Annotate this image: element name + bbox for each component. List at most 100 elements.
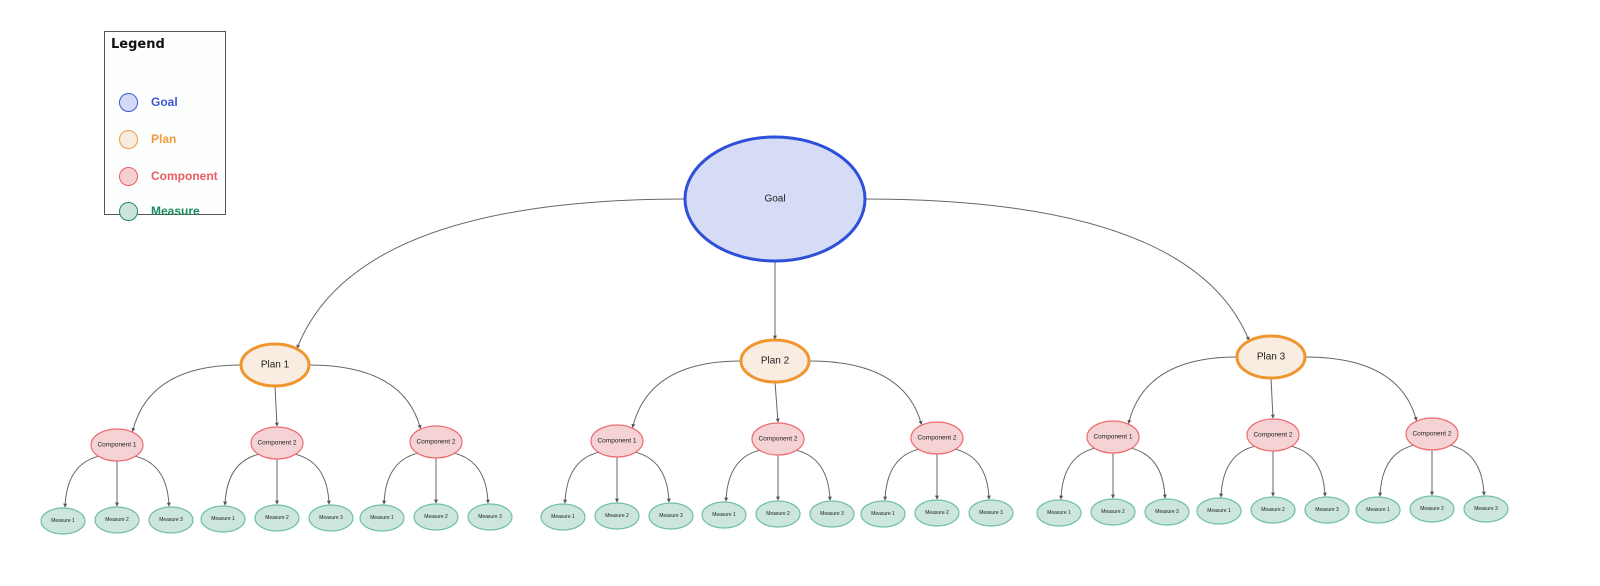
measure-node-p2-c3-m1-label: Measure 1	[871, 511, 895, 517]
edge-plan3-comp2	[1270, 377, 1275, 419]
edge-p1c2-m3	[295, 453, 331, 505]
edge-goal-plan-3	[864, 198, 1250, 341]
measure-node-p1-c3-m2-label: Measure 2	[424, 514, 448, 520]
edge-plan2-comp1	[631, 360, 742, 429]
edge-plan3-comp1	[1127, 356, 1238, 425]
edge-p2c3-m3	[955, 448, 991, 500]
edge-goal-plan-1	[296, 198, 686, 349]
edge-p3c2-m1	[1219, 445, 1255, 498]
measure-node-p2-c1-m2-label: Measure 2	[605, 513, 629, 519]
edge-plan1-comp3	[308, 364, 422, 430]
measure-node-p1-c3-m3-label: Measure 3	[478, 514, 502, 520]
measure-node-p3-c2-m2[interactable]: Measure 2	[1250, 496, 1296, 524]
component-node-p3-c2[interactable]: Component 2	[1246, 418, 1300, 452]
plan-node-1[interactable]: Plan 1	[239, 342, 311, 388]
measure-node-p3-c1-m3[interactable]: Measure 3	[1144, 498, 1190, 526]
measure-node-p3-c2-m1-label: Measure 1	[1207, 508, 1231, 514]
measure-node-p3-c1-m1-label: Measure 1	[1047, 510, 1071, 516]
measure-node-p3-c1-m2[interactable]: Measure 2	[1090, 498, 1136, 526]
measure-node-p2-c2-m2[interactable]: Measure 2	[755, 500, 801, 528]
measure-node-p2-c3-m2[interactable]: Measure 2	[914, 499, 960, 527]
component-node-p2-c2[interactable]: Component 2	[751, 422, 805, 456]
component-node-p1-c2-label: Component 2	[257, 440, 296, 447]
measure-node-p3-c2-m2-label: Measure 2	[1261, 507, 1285, 513]
edge-p3c3-m1	[1378, 444, 1414, 497]
component-node-p1-c3[interactable]: Component 2	[409, 425, 463, 459]
edge-p2c1-m3	[635, 451, 671, 503]
component-node-p1-c3-label: Component 2	[416, 439, 455, 446]
measure-node-p1-c1-m1[interactable]: Measure 1	[40, 507, 86, 535]
component-node-p1-c2[interactable]: Component 2	[250, 426, 304, 460]
component-node-p2-c3-label: Component 2	[917, 435, 956, 442]
measure-node-p3-c1-m1[interactable]: Measure 1	[1036, 499, 1082, 527]
plan-node-1-label: Plan 1	[261, 360, 290, 371]
measure-node-p2-c2-m2-label: Measure 2	[766, 511, 790, 517]
measure-node-p3-c3-m2[interactable]: Measure 2	[1409, 495, 1455, 523]
measure-node-p2-c2-m3-label: Measure 3	[820, 511, 844, 517]
measure-node-p1-c1-m2-label: Measure 2	[105, 517, 129, 523]
goal-node[interactable]: Goal	[683, 135, 867, 263]
plan-node-2[interactable]: Plan 2	[739, 338, 811, 384]
edge-plan3-comp3	[1304, 356, 1418, 422]
measure-node-p1-c1-m3-label: Measure 3	[159, 517, 183, 523]
edge-p1c3-m1	[382, 452, 418, 505]
measure-node-p2-c3-m3[interactable]: Measure 3	[968, 499, 1014, 527]
edge-p1c3-m3	[454, 452, 490, 504]
measure-node-p2-c2-m1[interactable]: Measure 1	[701, 501, 747, 529]
measure-node-p1-c3-m1-label: Measure 1	[370, 515, 394, 521]
measure-node-p3-c2-m3[interactable]: Measure 3	[1304, 496, 1350, 524]
measure-node-p2-c3-m2-label: Measure 2	[925, 510, 949, 516]
measure-node-p3-c3-m1-label: Measure 1	[1366, 507, 1390, 513]
edge-p3c1-m3	[1131, 447, 1167, 499]
measure-node-p2-c1-m1[interactable]: Measure 1	[540, 503, 586, 531]
edge-p3c1-m1	[1059, 447, 1095, 500]
edge-plan1-comp2	[274, 385, 279, 427]
measure-node-p1-c2-m2-label: Measure 2	[265, 515, 289, 521]
measure-node-p2-c1-m2[interactable]: Measure 2	[594, 502, 640, 530]
measure-node-p1-c2-m1[interactable]: Measure 1	[200, 505, 246, 533]
measure-node-p2-c2-m3[interactable]: Measure 3	[809, 500, 855, 528]
edge-p1c1-m1	[63, 455, 99, 508]
measure-node-p2-c3-m3-label: Measure 3	[979, 510, 1003, 516]
edge-plan2-comp2	[774, 381, 780, 423]
measure-node-p3-c3-m3[interactable]: Measure 3	[1463, 495, 1509, 523]
plan-node-3-label: Plan 3	[1257, 352, 1286, 363]
component-node-p1-c1[interactable]: Component 1	[90, 428, 144, 462]
measure-node-p3-c1-m3-label: Measure 3	[1155, 509, 1179, 515]
measure-node-p1-c2-m2[interactable]: Measure 2	[254, 504, 300, 532]
measure-node-p1-c3-m3[interactable]: Measure 3	[467, 503, 513, 531]
measure-node-p2-c2-m1-label: Measure 1	[712, 512, 736, 518]
goal-node-label: Goal	[764, 194, 785, 205]
measure-node-p1-c1-m3[interactable]: Measure 3	[148, 506, 194, 534]
measure-node-p2-c3-m1[interactable]: Measure 1	[860, 500, 906, 528]
edge-p2c1-m1	[563, 451, 599, 504]
measure-node-p3-c2-m3-label: Measure 3	[1315, 507, 1339, 513]
measure-node-p1-c2-m3-label: Measure 3	[319, 515, 343, 521]
measure-node-p1-c2-m1-label: Measure 1	[211, 516, 235, 522]
component-node-p2-c2-label: Component 2	[758, 436, 797, 443]
plan-node-2-label: Plan 2	[761, 356, 790, 367]
component-node-p2-c3[interactable]: Component 2	[910, 421, 964, 455]
measure-node-p3-c1-m2-label: Measure 2	[1101, 509, 1125, 515]
measure-node-p3-c3-m2-label: Measure 2	[1420, 506, 1444, 512]
measure-node-p1-c3-m2[interactable]: Measure 2	[413, 503, 459, 531]
measure-node-p1-c2-m3[interactable]: Measure 3	[308, 504, 354, 532]
component-node-p2-c1[interactable]: Component 1	[590, 424, 644, 458]
measure-node-p3-c3-m3-label: Measure 3	[1474, 506, 1498, 512]
hierarchy-diagram: Goal Plan 1 Component 1 Measure 1 Measure 2 M…	[40, 135, 1509, 535]
plan-node-3[interactable]: Plan 3	[1235, 334, 1307, 380]
measure-node-p3-c3-m1[interactable]: Measure 1	[1355, 496, 1401, 524]
component-node-p3-c3-label: Component 2	[1412, 431, 1451, 438]
measure-node-p2-c1-m3[interactable]: Measure 3	[648, 502, 694, 530]
measure-node-p3-c2-m1[interactable]: Measure 1	[1196, 497, 1242, 525]
edge-p3c2-m3	[1291, 445, 1327, 497]
measure-node-p2-c1-m1-label: Measure 1	[551, 514, 575, 520]
measure-node-p1-c3-m1[interactable]: Measure 1	[359, 504, 405, 532]
edge-p2c3-m1	[883, 448, 919, 501]
component-node-p3-c3[interactable]: Component 2	[1405, 417, 1459, 451]
edge-p2c2-m1	[724, 449, 760, 502]
component-node-p3-c1[interactable]: Component 1	[1086, 420, 1140, 454]
edge-plan2-comp3	[808, 360, 923, 426]
edge-plan1-comp1	[131, 364, 242, 433]
measure-node-p1-c1-m2[interactable]: Measure 2	[94, 506, 140, 534]
